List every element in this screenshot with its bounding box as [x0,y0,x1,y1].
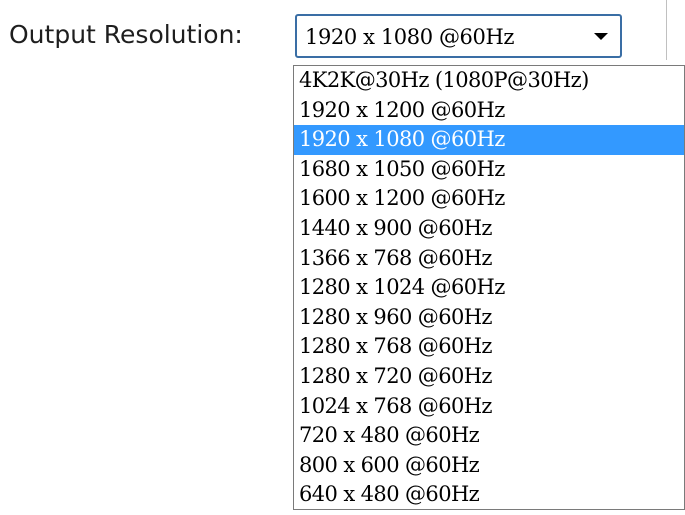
chevron-down-icon[interactable] [594,33,608,40]
list-item[interactable]: 4K2K@30Hz (1080P@30Hz) [294,66,684,96]
list-item[interactable]: 1280 x 1024 @60Hz [294,273,684,303]
resolution-select-value: 1920 x 1080 @60Hz [305,25,515,49]
list-item[interactable]: 1600 x 1200 @60Hz [294,184,684,214]
list-item[interactable]: 1024 x 768 @60Hz [294,392,684,422]
list-item[interactable]: 720 x 480 @60Hz [294,421,684,451]
resolution-dropdown-list[interactable]: 4K2K@30Hz (1080P@30Hz) 1920 x 1200 @60Hz… [293,65,685,510]
list-item[interactable]: 1280 x 768 @60Hz [294,332,684,362]
list-item[interactable]: 1680 x 1050 @60Hz [294,155,684,185]
list-item[interactable]: 800 x 600 @60Hz [294,451,684,481]
list-item[interactable]: 1280 x 720 @60Hz [294,362,684,392]
list-item[interactable]: 1440 x 900 @60Hz [294,214,684,244]
divider [666,0,667,60]
list-item[interactable]: 1920 x 1200 @60Hz [294,96,684,126]
output-resolution-label: Output Resolution: [9,20,243,49]
list-item[interactable]: 640 x 480 @60Hz [294,480,684,509]
list-item[interactable]: 1280 x 960 @60Hz [294,303,684,333]
list-item[interactable]: 1920 x 1080 @60Hz [294,125,684,155]
list-item[interactable]: 1366 x 768 @60Hz [294,244,684,274]
output-resolution-panel: Output Resolution: 1920 x 1080 @60Hz 4K2… [0,0,685,515]
resolution-select[interactable]: 1920 x 1080 @60Hz [295,14,622,58]
